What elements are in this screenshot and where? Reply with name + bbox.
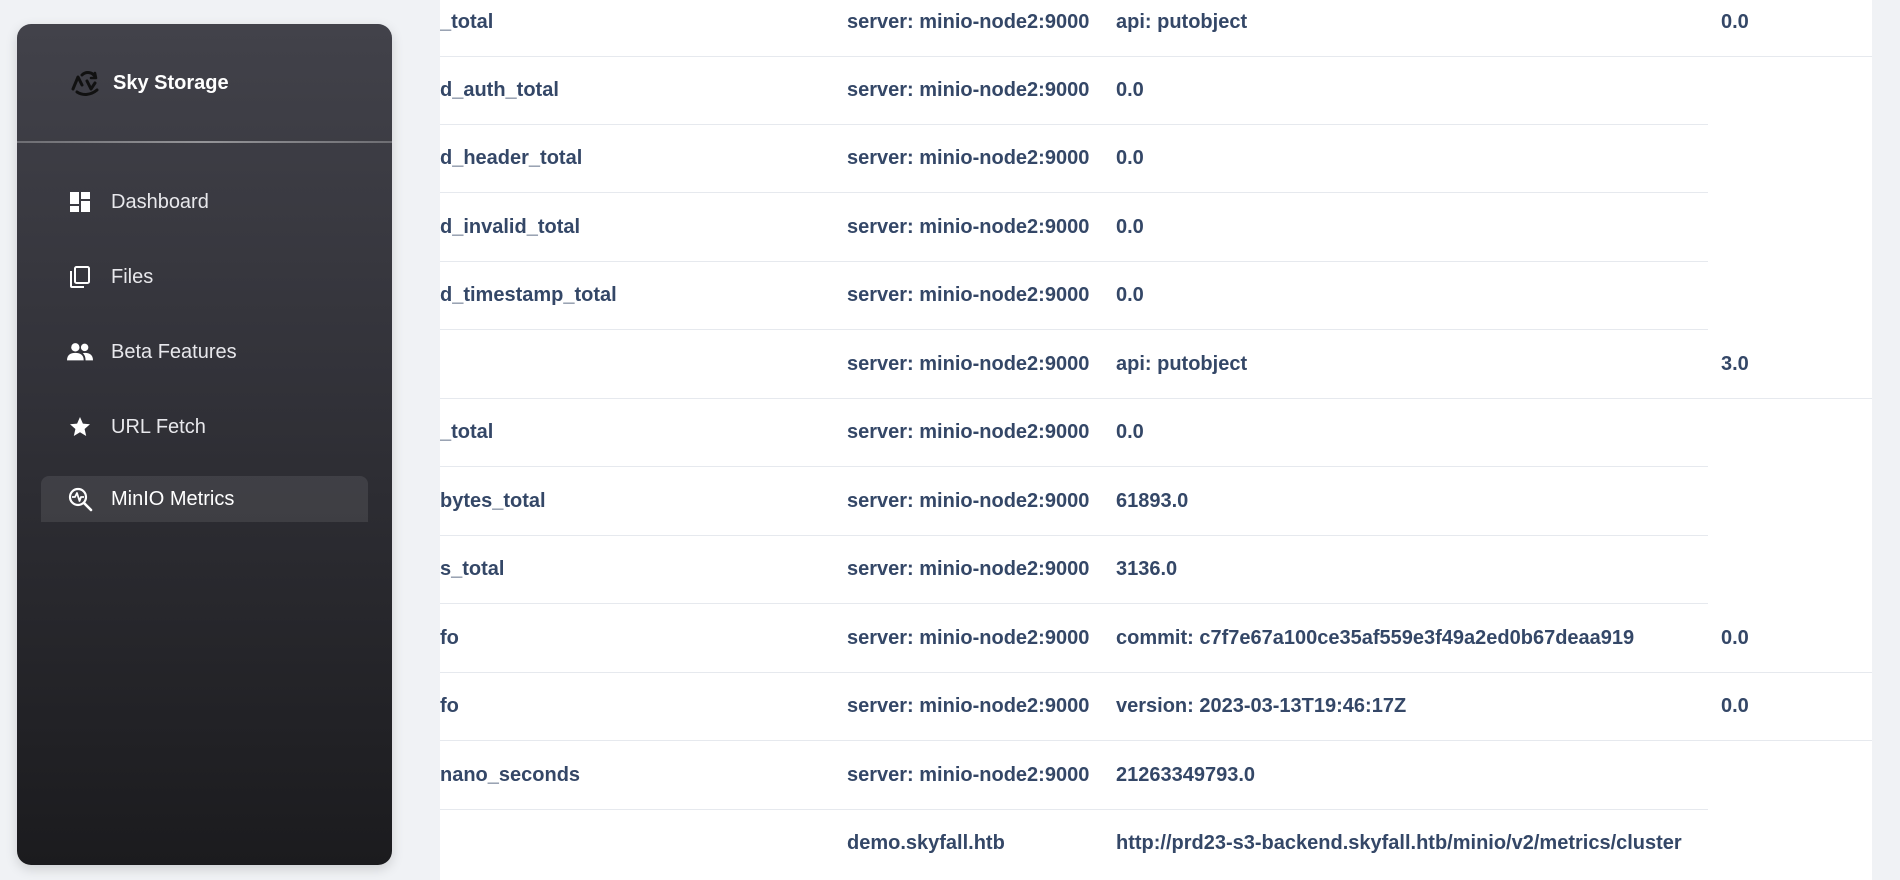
metric-value: 0.0: [1721, 695, 1749, 718]
metric-name: fo: [440, 626, 459, 649]
metric-server: server: minio-node2:9000: [847, 626, 1090, 649]
table-row: fo server: minio-node2:9000 version: 202…: [440, 673, 1872, 741]
table-row: _total server: minio-node2:9000 api: put…: [440, 0, 1872, 57]
metric-label: 3136.0: [1116, 558, 1178, 581]
sidebar-item-label: MinIO Metrics: [111, 487, 235, 510]
dashboard-icon: [67, 189, 93, 215]
metric-label: http://prd23-s3-backend.skyfall.htb/mini…: [1116, 832, 1682, 855]
metric-name: fo: [440, 695, 459, 718]
table-row: d_timestamp_total server: minio-node2:90…: [440, 262, 1872, 330]
table-row: s_total server: minio-node2:9000 3136.0: [440, 536, 1872, 604]
metric-server: server: minio-node2:9000: [847, 284, 1090, 307]
metric-server: server: minio-node2:9000: [847, 558, 1090, 581]
metric-server: server: minio-node2:9000: [847, 421, 1090, 444]
metric-label: commit: c7f7e67a100ce35af559e3f49a2ed0b6…: [1116, 626, 1635, 649]
metrics-icon: [67, 486, 93, 512]
metrics-table: _total server: minio-node2:9000 api: put…: [440, 0, 1872, 880]
people-icon: [67, 339, 93, 365]
table-row: bytes_total server: minio-node2:9000 618…: [440, 467, 1872, 536]
metric-label: api: putobject: [1116, 352, 1248, 375]
brand[interactable]: Sky Storage: [17, 24, 392, 142]
table-row: d_auth_total server: minio-node2:9000 0.…: [440, 56, 1872, 125]
sidebar-item-label: Beta Features: [111, 340, 237, 363]
metric-label: 21263349793.0: [1116, 763, 1256, 786]
sidebar-item-label: URL Fetch: [111, 415, 206, 438]
sidebar-item-label: Files: [111, 265, 154, 288]
sidebar: Sky Storage Dashboard Files Beta Feature…: [17, 24, 392, 865]
table-row: d_invalid_total server: minio-node2:9000…: [440, 193, 1872, 262]
metric-label: 0.0: [1116, 284, 1144, 307]
metric-name: _total: [440, 421, 494, 444]
sidebar-item-dashboard[interactable]: Dashboard: [41, 176, 368, 228]
metric-name: d_header_total: [440, 147, 583, 170]
sidebar-item-url-fetch[interactable]: URL Fetch: [41, 401, 368, 453]
metric-name: _total: [440, 10, 494, 33]
metric-name: bytes_total: [440, 489, 546, 512]
files-icon: [67, 264, 93, 290]
metric-name: d_invalid_total: [440, 215, 581, 238]
metric-server: server: minio-node2:9000: [847, 215, 1090, 238]
table-row: d_header_total server: minio-node2:9000 …: [440, 125, 1872, 193]
table-row: server: minio-node2:9000 api: putobject …: [440, 330, 1872, 399]
sidebar-item-label: Dashboard: [111, 190, 209, 213]
metric-value: 0.0: [1721, 626, 1749, 649]
metric-name: d_auth_total: [440, 78, 559, 101]
metric-label: 0.0: [1116, 78, 1144, 101]
sidebar-item-files[interactable]: Files: [41, 251, 368, 303]
sky-storage-logo-icon: [69, 69, 101, 97]
table-row: fo server: minio-node2:9000 commit: c7f7…: [440, 604, 1872, 673]
metric-name: s_total: [440, 558, 505, 581]
sidebar-item-minio-metrics[interactable]: MinIO Metrics: [41, 476, 368, 522]
metric-label: 0.0: [1116, 421, 1144, 444]
metric-value: 3.0: [1721, 352, 1749, 375]
metric-label: 0.0: [1116, 215, 1144, 238]
metric-server: server: minio-node2:9000: [847, 147, 1090, 170]
metric-label: 61893.0: [1116, 489, 1189, 512]
metric-server: server: minio-node2:9000: [847, 489, 1090, 512]
table-row: nano_seconds server: minio-node2:9000 21…: [440, 741, 1872, 810]
table-row: _total server: minio-node2:9000 0.0: [440, 399, 1872, 467]
metric-label: version: 2023-03-13T19:46:17Z: [1116, 695, 1407, 718]
metric-value: 0.0: [1721, 10, 1749, 33]
metric-server: server: minio-node2:9000: [847, 10, 1090, 33]
metric-name: nano_seconds: [440, 763, 581, 786]
sidebar-divider: [17, 141, 392, 143]
sidebar-nav: Dashboard Files Beta Features URL Fetch …: [41, 176, 368, 545]
table-row: demo.skyfall.htb http://prd23-s3-backend…: [440, 810, 1872, 879]
metric-label: 0.0: [1116, 147, 1144, 170]
brand-title: Sky Storage: [113, 71, 229, 94]
metric-server: server: minio-node2:9000: [847, 695, 1090, 718]
metric-server: server: minio-node2:9000: [847, 763, 1090, 786]
metric-name: d_timestamp_total: [440, 284, 617, 307]
star-icon: [67, 414, 93, 440]
metric-server: server: minio-node2:9000: [847, 352, 1090, 375]
sidebar-item-beta-features[interactable]: Beta Features: [41, 326, 368, 378]
metric-label: api: putobject: [1116, 10, 1248, 33]
metric-server: demo.skyfall.htb: [847, 832, 1005, 855]
metric-server: server: minio-node2:9000: [847, 78, 1090, 101]
